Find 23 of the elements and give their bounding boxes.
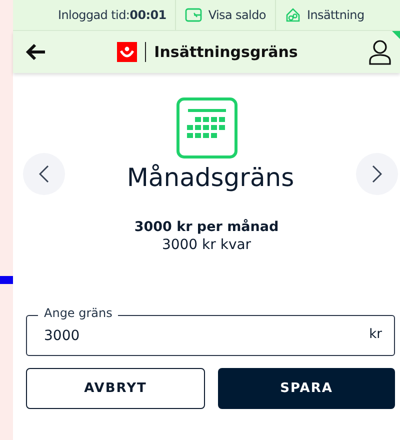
wallet-icon	[185, 8, 202, 22]
limit-title: Månadsgräns	[126, 162, 294, 192]
previous-button[interactable]	[23, 153, 65, 195]
field-label: Ange gräns	[38, 306, 118, 320]
chevron-left-icon	[39, 165, 49, 183]
topbar-link[interactable]: Insättning	[306, 8, 364, 22]
calendar-icon	[176, 97, 238, 159]
next-button[interactable]	[356, 153, 398, 195]
unit-label: kr	[369, 327, 382, 342]
page-title: Insättningsgräns	[154, 43, 298, 61]
topbar-link[interactable]: Visa saldo	[208, 8, 266, 22]
user-icon[interactable]	[368, 39, 392, 65]
cancel-button[interactable]: AVBRYT	[26, 368, 205, 409]
limit-amount: 3000 kr per månad	[133, 219, 280, 235]
remaining-amount: 3000 kr kvar	[160, 237, 252, 253]
save-button[interactable]: SPARA	[218, 368, 395, 409]
back-arrow-icon[interactable]	[25, 43, 47, 61]
edge-marker	[0, 276, 13, 284]
chevron-right-icon	[372, 165, 382, 183]
logo-icon	[117, 42, 138, 62]
corner-marker	[392, 31, 400, 39]
house-coin-icon	[284, 7, 301, 23]
session-timer: Inloggad tid:00:01	[58, 8, 166, 22]
